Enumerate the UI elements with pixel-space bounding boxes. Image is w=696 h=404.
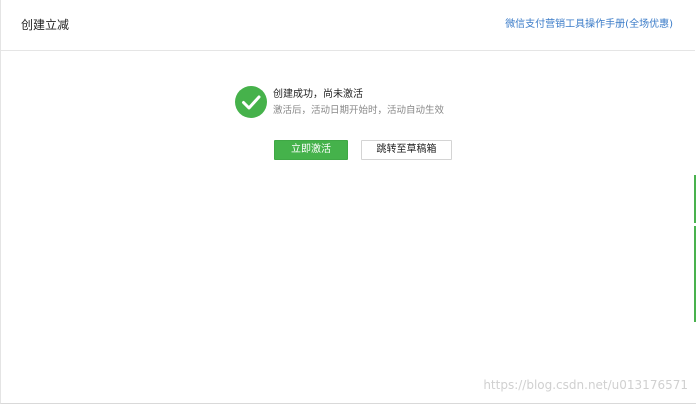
go-to-drafts-button[interactable]: 跳转至草稿箱 (361, 140, 452, 160)
page-title: 创建立减 (21, 18, 70, 32)
result-title: 创建成功，尚未激活 (273, 89, 363, 100)
operation-manual-link[interactable]: 微信支付营销工具操作手册(全场优惠) (505, 18, 673, 32)
success-result: 创建成功，尚未激活 激活后，活动日期开始时，活动自动生效 (235, 86, 495, 122)
check-circle-icon (235, 86, 267, 118)
activate-now-button[interactable]: 立即激活 (274, 140, 348, 160)
watermark: https://blog.csdn.net/u013176571 (483, 378, 688, 392)
page-frame: 创建立减 微信支付营销工具操作手册(全场优惠) 创建成功，尚未激活 激活后，活动… (0, 0, 696, 404)
result-description: 激活后，活动日期开始时，活动自动生效 (273, 105, 445, 116)
page-header: 创建立减 微信支付营销工具操作手册(全场优惠) (1, 0, 695, 51)
